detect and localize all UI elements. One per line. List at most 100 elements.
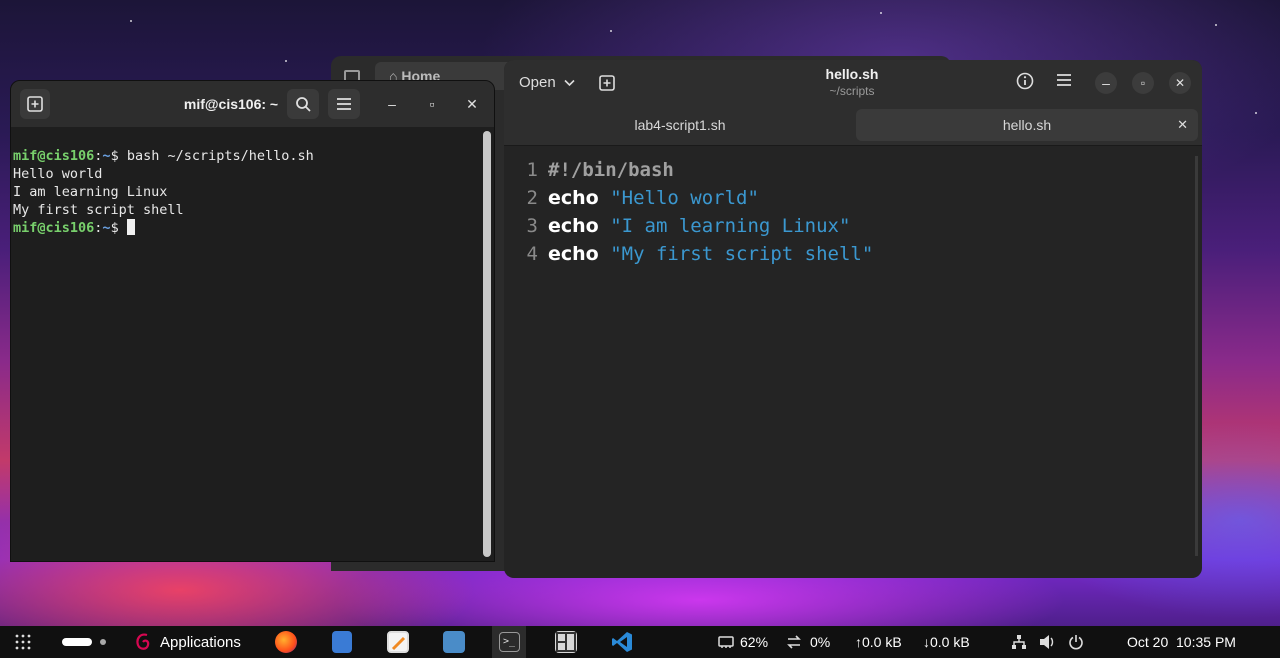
app-grid-button[interactable] bbox=[14, 626, 32, 658]
file-manager-icon[interactable] bbox=[332, 631, 352, 653]
new-document-button[interactable] bbox=[592, 68, 622, 98]
star bbox=[880, 12, 882, 14]
text-editor-app-icon[interactable] bbox=[387, 631, 409, 653]
network-button[interactable] bbox=[1011, 626, 1027, 658]
minimize-button[interactable]: – bbox=[1095, 72, 1117, 94]
editor-title-block: hello.sh ~/scripts bbox=[752, 66, 952, 98]
line-number: 3 bbox=[526, 215, 538, 237]
line-number: 1 bbox=[526, 159, 538, 181]
hamburger-icon bbox=[1057, 74, 1071, 86]
active-workspace-pill bbox=[62, 638, 92, 646]
upload-indicator[interactable]: ↑ 0.0 kB bbox=[855, 626, 902, 658]
chevron-down-icon bbox=[564, 79, 575, 87]
battery-value: 62% bbox=[740, 634, 769, 650]
download-indicator[interactable]: ↓ 0.0 kB bbox=[923, 626, 970, 658]
terminal-line: mif@cis106:~$ bash ~/scripts/hello.sh bbox=[13, 148, 314, 164]
debian-swirl-icon bbox=[136, 633, 150, 650]
editor-menu-button[interactable] bbox=[1056, 73, 1078, 95]
line-number: 2 bbox=[526, 187, 538, 209]
code-area[interactable]: 1 #!/bin/bash 2 echo "Hello world" 3 ech… bbox=[504, 156, 1194, 268]
tab-lab4-script1[interactable]: lab4-script1.sh bbox=[508, 109, 852, 141]
applications-label: Applications bbox=[160, 633, 241, 651]
close-button[interactable]: ✕ bbox=[461, 93, 483, 115]
system-monitor-icon[interactable] bbox=[555, 631, 577, 653]
app-grid-icon bbox=[15, 634, 31, 650]
image-viewer-icon[interactable] bbox=[443, 631, 465, 653]
volume-icon bbox=[1040, 635, 1054, 649]
line-number: 4 bbox=[526, 243, 538, 265]
maximize-button[interactable]: ▫ bbox=[1132, 72, 1154, 94]
tab-hello-sh[interactable]: hello.sh ✕ bbox=[856, 109, 1198, 141]
search-icon bbox=[296, 97, 311, 112]
new-tab-button[interactable] bbox=[20, 89, 50, 119]
code-line: 2 echo "Hello world" bbox=[504, 184, 1194, 212]
arrow-down-icon: ↓ bbox=[923, 634, 930, 650]
terminal-line: My first script shell bbox=[13, 202, 184, 218]
tab-label: lab4-script1.sh bbox=[634, 117, 726, 133]
prompt-user: mif@cis106 bbox=[13, 148, 95, 164]
open-button[interactable]: Open bbox=[512, 68, 582, 98]
volume-button[interactable] bbox=[1039, 626, 1057, 658]
document-title: hello.sh bbox=[825, 66, 879, 82]
applications-menu[interactable]: Applications bbox=[134, 626, 241, 658]
string-literal: "My first script shell" bbox=[610, 243, 874, 265]
workspace-indicator[interactable] bbox=[62, 626, 106, 658]
star bbox=[610, 30, 612, 32]
power-button[interactable] bbox=[1068, 626, 1084, 658]
document-path: ~/scripts bbox=[829, 84, 875, 98]
code-line: 4 echo "My first script shell" bbox=[504, 240, 1194, 268]
terminal-menu-button[interactable] bbox=[328, 89, 360, 119]
minimize-button[interactable]: – bbox=[381, 93, 403, 115]
arrow-up-icon: ↑ bbox=[855, 634, 862, 650]
taskbar: Applications >_ 62% 0% ↑ 0.0 kB ↓ 0.0 kB O… bbox=[0, 626, 1280, 658]
workspace-dot bbox=[100, 639, 106, 645]
terminal-search-button[interactable] bbox=[287, 89, 319, 119]
terminal-command: bash ~/scripts/hello.sh bbox=[126, 148, 314, 164]
terminal-header: mif@cis106: ~ – ▫ ✕ bbox=[11, 81, 494, 127]
maximize-button[interactable]: ▫ bbox=[421, 93, 443, 115]
editor-tab-bar: lab4-script1.sh hello.sh ✕ bbox=[504, 106, 1202, 146]
close-tab-icon[interactable]: ✕ bbox=[1177, 109, 1188, 141]
download-value: 0.0 kB bbox=[930, 634, 970, 650]
info-icon bbox=[1016, 72, 1034, 90]
prompt-user: mif@cis106 bbox=[13, 220, 95, 236]
upload-value: 0.0 kB bbox=[862, 634, 902, 650]
terminal-line: I am learning Linux bbox=[13, 184, 168, 200]
editor-header: Open hello.sh ~/scripts – ▫ ✕ bbox=[504, 60, 1202, 106]
memory-icon bbox=[718, 636, 734, 648]
new-document-icon bbox=[599, 75, 615, 91]
new-tab-icon bbox=[27, 96, 43, 112]
cpu-indicator[interactable]: 0% bbox=[786, 626, 830, 658]
shebang: #!/bin/bash bbox=[548, 159, 674, 181]
terminal-line: mif@cis106:~$ bbox=[13, 219, 483, 237]
editor-scrollbar[interactable] bbox=[1195, 156, 1198, 556]
network-icon bbox=[1012, 635, 1026, 649]
swap-icon bbox=[787, 635, 801, 649]
prompt-path: ~ bbox=[102, 220, 111, 236]
open-label: Open bbox=[519, 74, 556, 91]
terminal-app-icon[interactable]: >_ bbox=[499, 632, 520, 652]
keyword: echo bbox=[548, 243, 599, 265]
terminal-line: Hello world bbox=[13, 166, 103, 182]
terminal-scrollbar[interactable] bbox=[483, 131, 491, 557]
text-editor-window: Open hello.sh ~/scripts – ▫ ✕ lab4-scrip… bbox=[504, 60, 1202, 578]
close-button[interactable]: ✕ bbox=[1169, 72, 1191, 94]
battery-indicator[interactable]: 62% bbox=[718, 626, 768, 658]
clock-text: Oct 20 10:35 PM bbox=[1127, 634, 1236, 650]
vscode-icon[interactable] bbox=[611, 631, 633, 653]
prompt-path: ~ bbox=[102, 148, 111, 164]
firefox-icon[interactable] bbox=[275, 631, 297, 653]
string-literal: "Hello world" bbox=[610, 187, 759, 209]
pencil-icon bbox=[391, 636, 406, 651]
document-info-button[interactable] bbox=[1016, 72, 1038, 94]
terminal-cursor bbox=[126, 219, 135, 235]
terminal-title: mif@cis106: ~ bbox=[183, 96, 279, 112]
hamburger-icon bbox=[337, 98, 351, 110]
tab-label: hello.sh bbox=[1002, 117, 1052, 133]
keyword: echo bbox=[548, 187, 599, 209]
star bbox=[1215, 24, 1217, 26]
string-literal: "I am learning Linux" bbox=[610, 215, 851, 237]
clock[interactable]: Oct 20 10:35 PM bbox=[1127, 626, 1236, 658]
terminal-output[interactable]: mif@cis106:~$ bash ~/scripts/hello.sh Hel… bbox=[13, 129, 483, 559]
star bbox=[130, 20, 132, 22]
